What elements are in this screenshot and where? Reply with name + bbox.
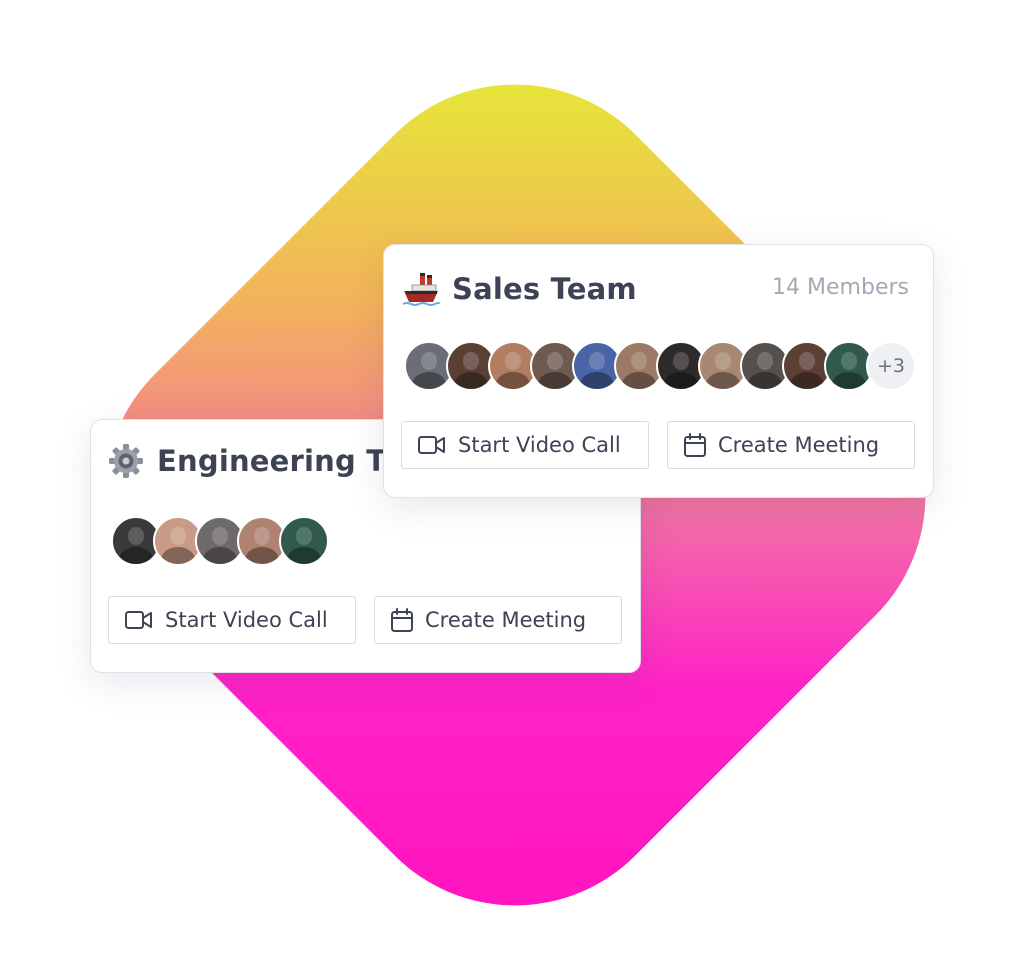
create-meeting-label: Create Meeting: [718, 433, 880, 457]
create-meeting-label: Create Meeting: [425, 608, 587, 632]
team-name: Sales Team: [452, 272, 637, 306]
member-count: 14 Members: [772, 275, 909, 300]
card-header: Sales Team: [402, 270, 637, 308]
start-video-call-label: Start Video Call: [458, 433, 621, 457]
more-members-badge[interactable]: +3: [866, 341, 916, 391]
video-camera-icon: [125, 611, 152, 629]
sales-team-card: Sales Team 14 Members +3 Start Video Cal…: [383, 244, 934, 498]
calendar-icon: [391, 608, 413, 632]
gear-icon: [107, 442, 145, 480]
start-video-call-button[interactable]: Start Video Call: [401, 421, 649, 469]
member-avatar[interactable]: [279, 516, 329, 566]
member-avatars: +3: [404, 341, 916, 391]
calendar-icon: [684, 433, 706, 457]
start-video-call-label: Start Video Call: [165, 608, 328, 632]
ship-icon: [402, 270, 440, 308]
create-meeting-button[interactable]: Create Meeting: [374, 596, 622, 644]
create-meeting-button[interactable]: Create Meeting: [667, 421, 915, 469]
video-camera-icon: [418, 436, 445, 454]
member-avatars: [111, 516, 329, 566]
start-video-call-button[interactable]: Start Video Call: [108, 596, 356, 644]
